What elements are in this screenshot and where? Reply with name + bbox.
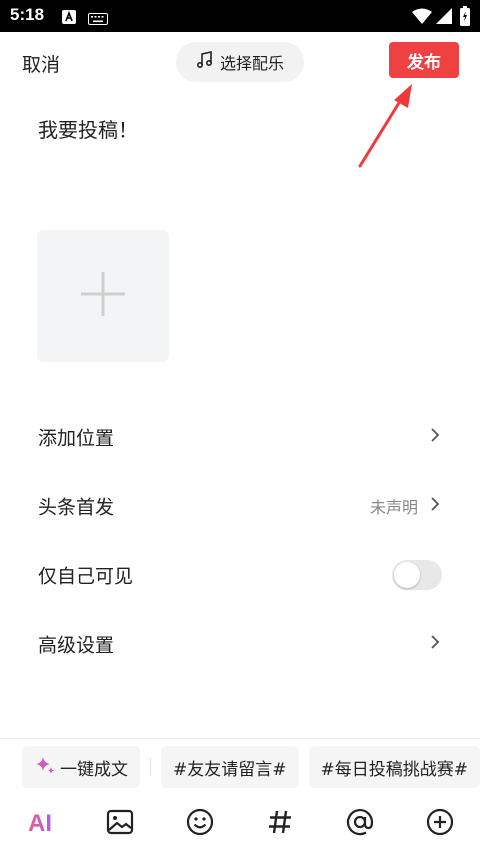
bottom-toolbar: AI xyxy=(0,798,480,850)
topic-chip-1-label: #友友请留言# xyxy=(173,759,287,780)
ai-label: AI xyxy=(28,810,52,837)
signal-icon xyxy=(436,8,452,28)
topic-chip-2-label: #每日投稿挑战赛# xyxy=(320,759,469,780)
advanced-settings-row[interactable]: 高级设置 xyxy=(0,614,480,674)
first-publish-row[interactable]: 头条首发 未声明 xyxy=(0,476,480,536)
at-icon xyxy=(346,808,374,840)
status-time: 5:18 xyxy=(10,5,45,24)
chevron-right-icon xyxy=(430,427,440,447)
emoji-icon xyxy=(186,808,214,840)
ai-button[interactable]: AI xyxy=(22,806,58,842)
keyboard-icon xyxy=(88,10,108,29)
first-publish-value: 未声明 xyxy=(369,498,418,517)
battery-icon xyxy=(460,6,470,30)
private-visibility-toggle[interactable] xyxy=(392,560,442,590)
image-icon xyxy=(106,809,134,839)
add-location-row[interactable]: 添加位置 xyxy=(0,407,480,467)
topic-chip-2[interactable]: #每日投稿挑战赛# xyxy=(308,746,480,788)
annotation-arrow-icon xyxy=(350,80,420,174)
suggestion-chips: 一键成文 #友友请留言# #每日投稿挑战赛# xyxy=(22,746,480,788)
toolbar-divider xyxy=(0,738,480,739)
post-text-input[interactable]: 我要投稿！ xyxy=(38,114,138,143)
notification-a-icon xyxy=(62,9,76,28)
music-note-icon xyxy=(196,51,214,73)
chevron-right-icon xyxy=(430,496,440,516)
chip-separator xyxy=(150,758,151,776)
toggle-knob xyxy=(394,562,420,588)
add-circle-icon xyxy=(426,808,454,840)
hashtag-icon xyxy=(267,809,293,839)
more-button[interactable] xyxy=(422,806,458,842)
sparkle-icon xyxy=(34,754,56,781)
mention-button[interactable] xyxy=(342,806,378,842)
add-location-label: 添加位置 xyxy=(38,427,115,450)
cancel-button[interactable]: 取消 xyxy=(22,50,60,77)
first-publish-label: 头条首发 xyxy=(38,496,115,519)
private-visibility-row: 仅自己可见 xyxy=(0,545,480,605)
topic-chip-1[interactable]: #友友请留言# xyxy=(161,746,299,788)
emoji-button[interactable] xyxy=(182,806,218,842)
private-visibility-label: 仅自己可见 xyxy=(38,565,134,588)
advanced-settings-label: 高级设置 xyxy=(38,634,115,657)
wifi-icon xyxy=(412,8,432,28)
select-music-label: 选择配乐 xyxy=(219,54,284,73)
select-music-button[interactable]: 选择配乐 xyxy=(176,42,304,82)
image-button[interactable] xyxy=(102,806,138,842)
status-bar: 5:18 xyxy=(0,0,480,32)
ai-write-label: 一键成文 xyxy=(60,759,128,780)
add-media-button[interactable] xyxy=(37,230,169,362)
chevron-right-icon xyxy=(430,634,440,654)
ai-write-chip[interactable]: 一键成文 xyxy=(22,746,140,788)
publish-button[interactable]: 发布 xyxy=(389,42,459,78)
plus-icon xyxy=(79,270,127,322)
hashtag-button[interactable] xyxy=(262,806,298,842)
